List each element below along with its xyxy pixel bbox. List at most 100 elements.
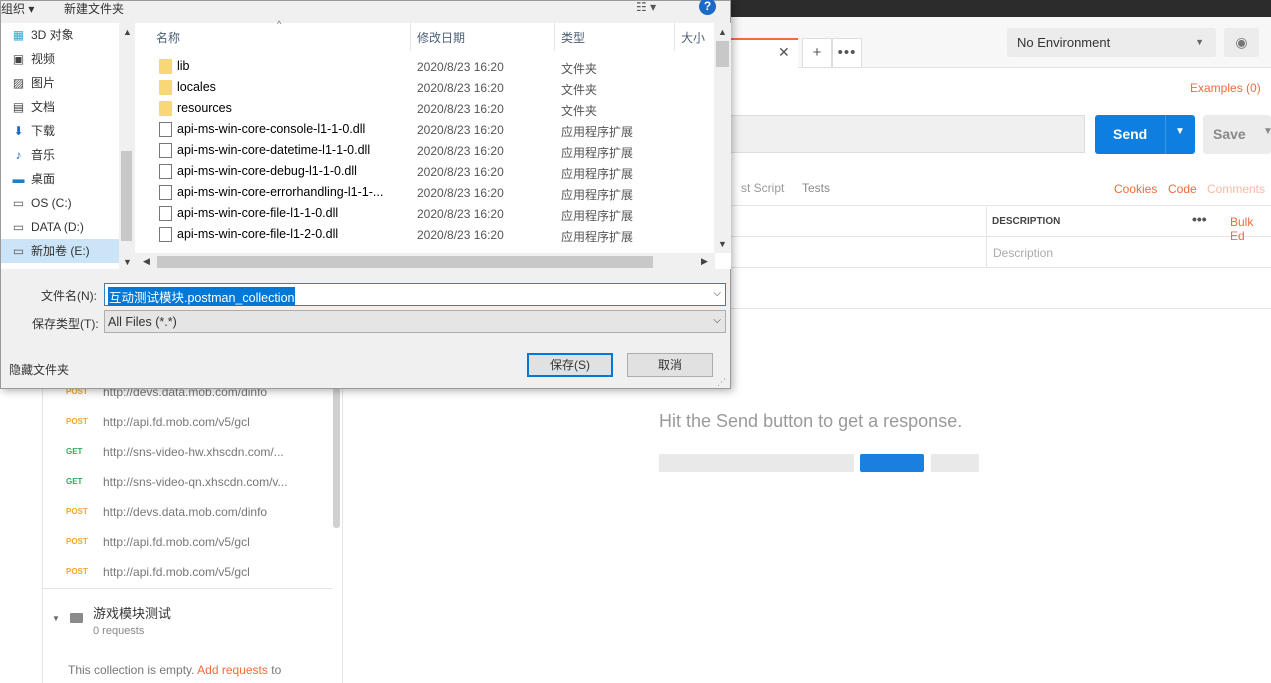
scroll-right-icon[interactable]: ▶ xyxy=(701,256,708,267)
hide-folders-toggle[interactable]: 隐藏文件夹 xyxy=(9,361,69,378)
more-options-icon[interactable]: ••• xyxy=(1192,211,1207,227)
file-row[interactable]: api-ms-win-core-file-l1-1-0.dll 2020/8/23… xyxy=(135,203,713,224)
drive-icon: ▭ xyxy=(12,196,25,210)
send-label: Send xyxy=(1113,126,1148,142)
filename-value[interactable]: 互动测试模块.postman_collection xyxy=(108,287,296,306)
method-badge: GET xyxy=(66,477,83,486)
save-request-button[interactable]: Save ▼ xyxy=(1203,115,1271,154)
file-date: 2020/8/23 16:20 xyxy=(417,123,504,137)
file-row[interactable]: api-ms-win-core-console-l1-1-0.dll 2020/8… xyxy=(135,119,713,140)
history-item[interactable]: GET http://sns-video-hw.xhscdn.com/... xyxy=(42,438,332,468)
code-link[interactable]: Code xyxy=(1168,182,1197,196)
file-type: 应用程序扩展 xyxy=(561,167,634,181)
nav-item[interactable]: ▬ 桌面 xyxy=(1,167,119,191)
nav-item-label: 新加卷 (E:) xyxy=(31,244,90,258)
column-header-type[interactable]: 类型 xyxy=(561,29,585,46)
tab-options-button[interactable]: ••• xyxy=(832,38,862,68)
file-type: 应用程序扩展 xyxy=(561,188,634,202)
history-item[interactable]: GET http://sns-video-qn.xhscdn.com/v... xyxy=(42,468,332,498)
file-row[interactable]: locales 2020/8/23 16:20 文件夹 xyxy=(135,77,713,98)
file-row[interactable]: api-ms-win-core-file-l1-2-0.dll 2020/8/23… xyxy=(135,224,713,245)
response-divider xyxy=(730,308,1271,309)
history-item[interactable]: POST http://api.fd.mob.com/v5/gcl xyxy=(42,558,332,588)
column-divider[interactable] xyxy=(410,23,411,51)
column-header-size[interactable]: 大小 xyxy=(681,29,705,46)
nav-item[interactable]: ▤ 文档 xyxy=(1,95,119,119)
file-date: 2020/8/23 16:20 xyxy=(417,207,504,221)
file-date: 2020/8/23 16:20 xyxy=(417,165,504,179)
nav-item[interactable]: ▨ 图片 xyxy=(1,71,119,95)
nav-item-label: 图片 xyxy=(31,76,56,90)
videos-icon: ▣ xyxy=(12,52,25,66)
chevron-down-icon[interactable]: ▼ xyxy=(52,614,60,623)
save-button[interactable]: 保存(S) xyxy=(527,353,613,377)
bulk-edit-link[interactable]: Bulk Ed xyxy=(1230,215,1271,243)
tab-tests[interactable]: Tests xyxy=(802,181,830,195)
scroll-left-icon[interactable]: ◀ xyxy=(143,256,150,267)
chevron-down-icon[interactable]: ⌵ xyxy=(713,315,721,326)
description-input[interactable]: Description xyxy=(993,246,1053,260)
empty-collection-message: This collection is empty. Add requests t… xyxy=(68,663,281,677)
response-hint: Hit the Send button to get a response. xyxy=(659,411,963,431)
send-button[interactable]: Send ▼ xyxy=(1095,115,1195,154)
file-row[interactable]: lib 2020/8/23 16:20 文件夹 xyxy=(135,56,713,77)
file-type: 应用程序扩展 xyxy=(561,230,634,244)
file-type: 文件夹 xyxy=(561,62,598,76)
environment-quick-look-button[interactable]: ◉ xyxy=(1224,28,1259,57)
cookies-link[interactable]: Cookies xyxy=(1114,182,1157,196)
close-tab-icon[interactable]: ✕ xyxy=(778,44,790,61)
scroll-up-icon[interactable]: ▲ xyxy=(718,27,727,37)
nav-item[interactable]: ▭ OS (C:) xyxy=(1,191,119,215)
environment-select[interactable]: No Environment ▼ xyxy=(1007,28,1216,57)
history-item[interactable]: POST http://api.fd.mob.com/v5/gcl xyxy=(42,528,332,558)
sidebar-scrollbar[interactable] xyxy=(333,388,340,528)
url-input[interactable] xyxy=(730,115,1085,153)
documents-icon: ▤ xyxy=(12,100,25,114)
scroll-up-icon[interactable]: ▲ xyxy=(123,27,132,37)
cancel-button[interactable]: 取消 xyxy=(627,353,713,377)
column-header-date[interactable]: 修改日期 xyxy=(417,29,465,46)
request-url: http://api.fd.mob.com/v5/gcl xyxy=(103,415,250,429)
caret-down-icon[interactable]: ▼ xyxy=(1263,126,1271,137)
chevron-down-icon[interactable]: ⌵ xyxy=(713,288,721,299)
file-row[interactable]: resources 2020/8/23 16:20 文件夹 xyxy=(135,98,713,119)
nav-item[interactable]: ▭ 新加卷 (E:) xyxy=(1,239,119,263)
file-name: api-ms-win-core-datetime-l1-1-0.dll xyxy=(177,143,371,157)
history-item[interactable]: POST http://api.fd.mob.com/v5/gcl xyxy=(42,408,332,438)
filename-input[interactable]: 互动测试模块.postman_collection ⌵ xyxy=(104,283,726,306)
folder-name[interactable]: 游戏模块测试 xyxy=(93,603,171,622)
nav-item[interactable]: ⬇ 下载 xyxy=(1,119,119,143)
hscrollbar-thumb[interactable] xyxy=(157,256,653,268)
add-requests-link[interactable]: Add requests xyxy=(197,663,268,677)
examples-link[interactable]: Examples (0) xyxy=(1190,81,1261,95)
method-badge: POST xyxy=(66,507,88,516)
file-row[interactable]: api-ms-win-core-debug-l1-1-0.dll 2020/8/2… xyxy=(135,161,713,182)
vscrollbar-thumb[interactable] xyxy=(716,41,729,67)
comments-link[interactable]: Comments xyxy=(1207,182,1265,196)
tab-prerequest-script[interactable]: st Script xyxy=(741,181,784,195)
organize-menu[interactable]: 组织 ▾ xyxy=(1,0,34,17)
column-divider[interactable] xyxy=(554,23,555,51)
view-options-button[interactable]: ☷ ▾ xyxy=(636,0,656,14)
nav-item[interactable]: ▣ 视频 xyxy=(1,47,119,71)
file-row[interactable]: api-ms-win-core-datetime-l1-1-0.dll 2020/… xyxy=(135,140,713,161)
nav-item-label: 3D 对象 xyxy=(31,28,74,42)
new-tab-button[interactable]: + xyxy=(802,38,832,68)
resize-grip-icon[interactable]: ⋰ xyxy=(717,377,726,388)
scroll-down-icon[interactable]: ▼ xyxy=(123,257,132,267)
column-header-name[interactable]: 名称 xyxy=(156,29,180,46)
filetype-select[interactable]: All Files (*.*) ⌵ xyxy=(104,310,726,333)
scroll-down-icon[interactable]: ▼ xyxy=(718,239,727,249)
nav-item[interactable]: ▦ 3D 对象 xyxy=(1,23,119,47)
file-row[interactable]: api-ms-win-core-errorhandling-l1-1-... 20… xyxy=(135,182,713,203)
nav-item-label: OS (C:) xyxy=(31,196,72,210)
history-item[interactable]: POST http://devs.data.mob.com/dinfo xyxy=(42,498,332,528)
nav-item[interactable]: ♪ 音乐 xyxy=(1,143,119,167)
caret-down-icon[interactable]: ▼ xyxy=(1175,126,1185,137)
help-icon[interactable]: ? xyxy=(699,0,716,15)
nav-scrollbar-thumb[interactable] xyxy=(121,151,132,241)
nav-item[interactable]: ▭ DATA (D:) xyxy=(1,215,119,239)
file-name: api-ms-win-core-console-l1-1-0.dll xyxy=(177,122,366,136)
new-folder-button[interactable]: 新建文件夹 xyxy=(64,0,124,17)
column-divider[interactable] xyxy=(674,23,675,51)
